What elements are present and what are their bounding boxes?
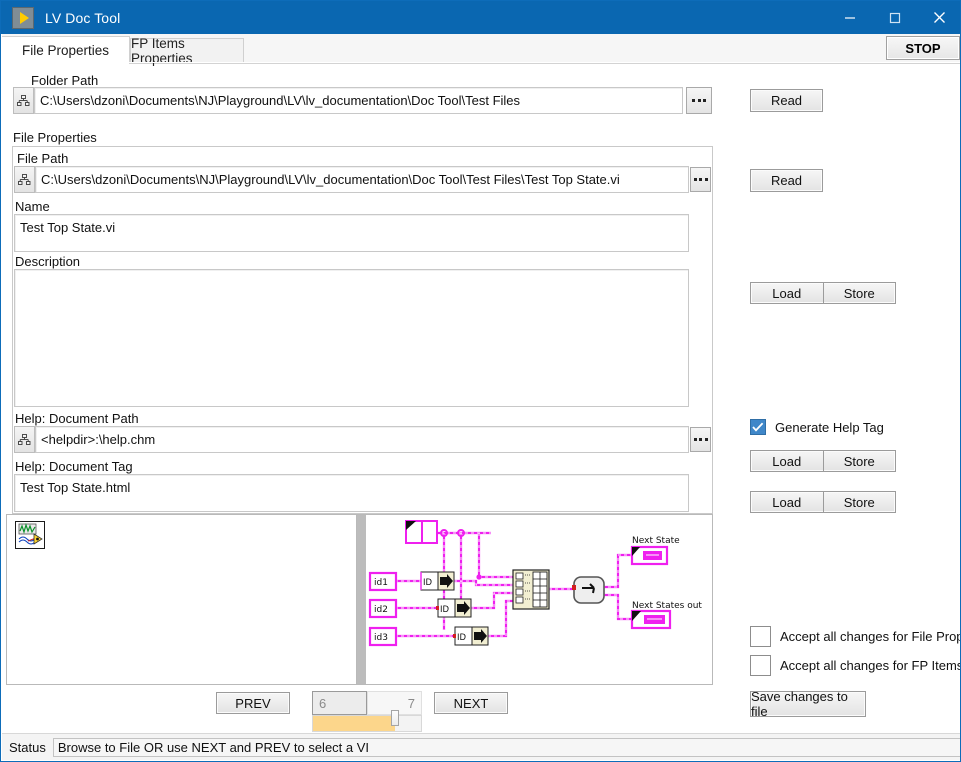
folder-read-button[interactable]: Read: [750, 89, 823, 112]
tab-file-properties[interactable]: File Properties: [2, 36, 130, 64]
tab-fp-items-properties[interactable]: FP Items Properties: [130, 36, 244, 66]
accept-file-props-label: Accept all changes for File Props: [780, 629, 961, 644]
help-path-load-store-buttons[interactable]: Load Store: [750, 450, 896, 472]
file-path-browse-button[interactable]: [690, 167, 711, 192]
accept-file-props-checkbox[interactable]: [750, 626, 771, 647]
help-tag-load-store-buttons[interactable]: Load Store: [750, 491, 896, 513]
status-label: Status: [9, 739, 46, 755]
help-document-tag-label: Help: Document Tag: [15, 459, 133, 474]
svg-text:Next States out: Next States out: [632, 601, 702, 611]
prev-button[interactable]: PREV: [216, 692, 290, 714]
help-document-path-browse-button[interactable]: [690, 427, 711, 452]
accept-fp-items-row[interactable]: Accept all changes for FP Items: [750, 655, 961, 676]
vi-preview-panel: id1 id2 id3 ID ID ID Next State Next Sta…: [6, 514, 713, 685]
help-tag-store-button[interactable]: Store: [824, 492, 896, 512]
generate-help-tag-label: Generate Help Tag: [775, 419, 884, 435]
next-button[interactable]: NEXT: [434, 692, 508, 714]
svg-text:id2: id2: [374, 605, 388, 615]
generate-help-tag-row[interactable]: Generate Help Tag: [750, 419, 884, 435]
svg-text:id3: id3: [374, 633, 388, 643]
progress-slider-thumb[interactable]: [391, 710, 399, 726]
window-controls: [827, 1, 960, 34]
title-bar: LV Doc Tool: [1, 1, 960, 34]
description-load-label: Load: [772, 285, 802, 301]
file-properties-group-label: File Properties: [13, 130, 97, 145]
help-document-tag-input[interactable]: Test Top State.html: [14, 474, 689, 512]
file-read-label: Read: [770, 173, 803, 188]
maximize-icon[interactable]: [872, 1, 917, 34]
description-input[interactable]: [14, 269, 689, 407]
vi-waveform-icon: [15, 521, 45, 549]
block-diagram-image: id1 id2 id3 ID ID ID Next State Next Sta…: [366, 515, 712, 684]
file-read-button[interactable]: Read: [750, 169, 823, 192]
save-changes-to-file-button[interactable]: Save changes to file: [750, 689, 866, 719]
labview-run-arrow-icon: [12, 6, 34, 29]
tab-strip: File Properties FP Items Properties: [2, 34, 960, 66]
close-icon[interactable]: [917, 1, 960, 34]
current-index-value: 6: [319, 695, 327, 711]
name-input[interactable]: Test Top State.vi: [14, 214, 689, 252]
accept-file-props-row[interactable]: Accept all changes for File Props: [750, 626, 961, 647]
diagram-left-gutter: [357, 515, 366, 684]
help-document-path-input[interactable]: <helpdir>:\help.chm: [35, 426, 689, 453]
help-path-store-button[interactable]: Store: [824, 451, 896, 471]
description-load-store-buttons[interactable]: Load Store: [750, 282, 896, 304]
svg-text:ID: ID: [423, 578, 433, 588]
save-changes-to-file-label: Save changes to file: [751, 689, 848, 719]
folder-path-input[interactable]: C:\Users\dzoni\Documents\NJ\Playground\L…: [34, 87, 683, 114]
help-path-load-label: Load: [772, 453, 802, 469]
help-tag-load-label: Load: [772, 494, 802, 510]
folder-path-tree-icon[interactable]: [13, 87, 34, 114]
help-tag-load-button[interactable]: Load: [751, 492, 824, 512]
generate-help-tag-checkbox[interactable]: [750, 419, 766, 435]
help-tag-store-label: Store: [843, 494, 875, 510]
accept-fp-items-label: Accept all changes for FP Items: [780, 658, 961, 673]
accept-fp-items-checkbox[interactable]: [750, 655, 771, 676]
prev-button-label: PREV: [235, 695, 271, 711]
svg-text:ID: ID: [440, 605, 450, 615]
window-title: LV Doc Tool: [45, 9, 121, 26]
description-load-button[interactable]: Load: [751, 283, 824, 303]
svg-text:Next State: Next State: [632, 536, 680, 546]
name-label: Name: [15, 199, 50, 214]
tab-file-properties-label: File Properties: [21, 43, 110, 58]
stop-button[interactable]: STOP: [886, 36, 960, 60]
help-document-path-label: Help: Document Path: [15, 411, 139, 426]
lv-doc-tool-window: LV Doc Tool File Properties FP Items Pro…: [0, 0, 961, 762]
description-label: Description: [15, 254, 81, 269]
minimize-icon[interactable]: [827, 1, 872, 34]
svg-text:ID: ID: [457, 633, 467, 643]
folder-read-label: Read: [770, 93, 803, 108]
stop-button-label: STOP: [905, 40, 941, 56]
max-index-value: 7: [407, 695, 415, 711]
current-index-input[interactable]: 6: [312, 691, 367, 715]
status-bar: Status Browse to File OR use NEXT and PR…: [2, 733, 960, 760]
folder-path-label: Folder Path: [31, 73, 99, 88]
help-document-path-tree-icon[interactable]: [14, 426, 35, 453]
status-message: Browse to File OR use NEXT and PREV to s…: [52, 737, 960, 757]
description-store-label: Store: [843, 285, 875, 301]
file-path-input[interactable]: C:\Users\dzoni\Documents\NJ\Playground\L…: [35, 166, 689, 193]
file-path-tree-icon[interactable]: [14, 166, 35, 193]
help-path-load-button[interactable]: Load: [751, 451, 824, 471]
help-path-store-label: Store: [843, 453, 875, 469]
file-path-label: File Path: [17, 151, 69, 166]
tab-body-divider: [2, 62, 960, 63]
svg-text:id1: id1: [374, 578, 388, 588]
progress-slider-fill: [313, 716, 395, 731]
description-store-button[interactable]: Store: [824, 283, 896, 303]
folder-path-browse-button[interactable]: [686, 87, 712, 114]
next-button-label: NEXT: [453, 695, 489, 711]
